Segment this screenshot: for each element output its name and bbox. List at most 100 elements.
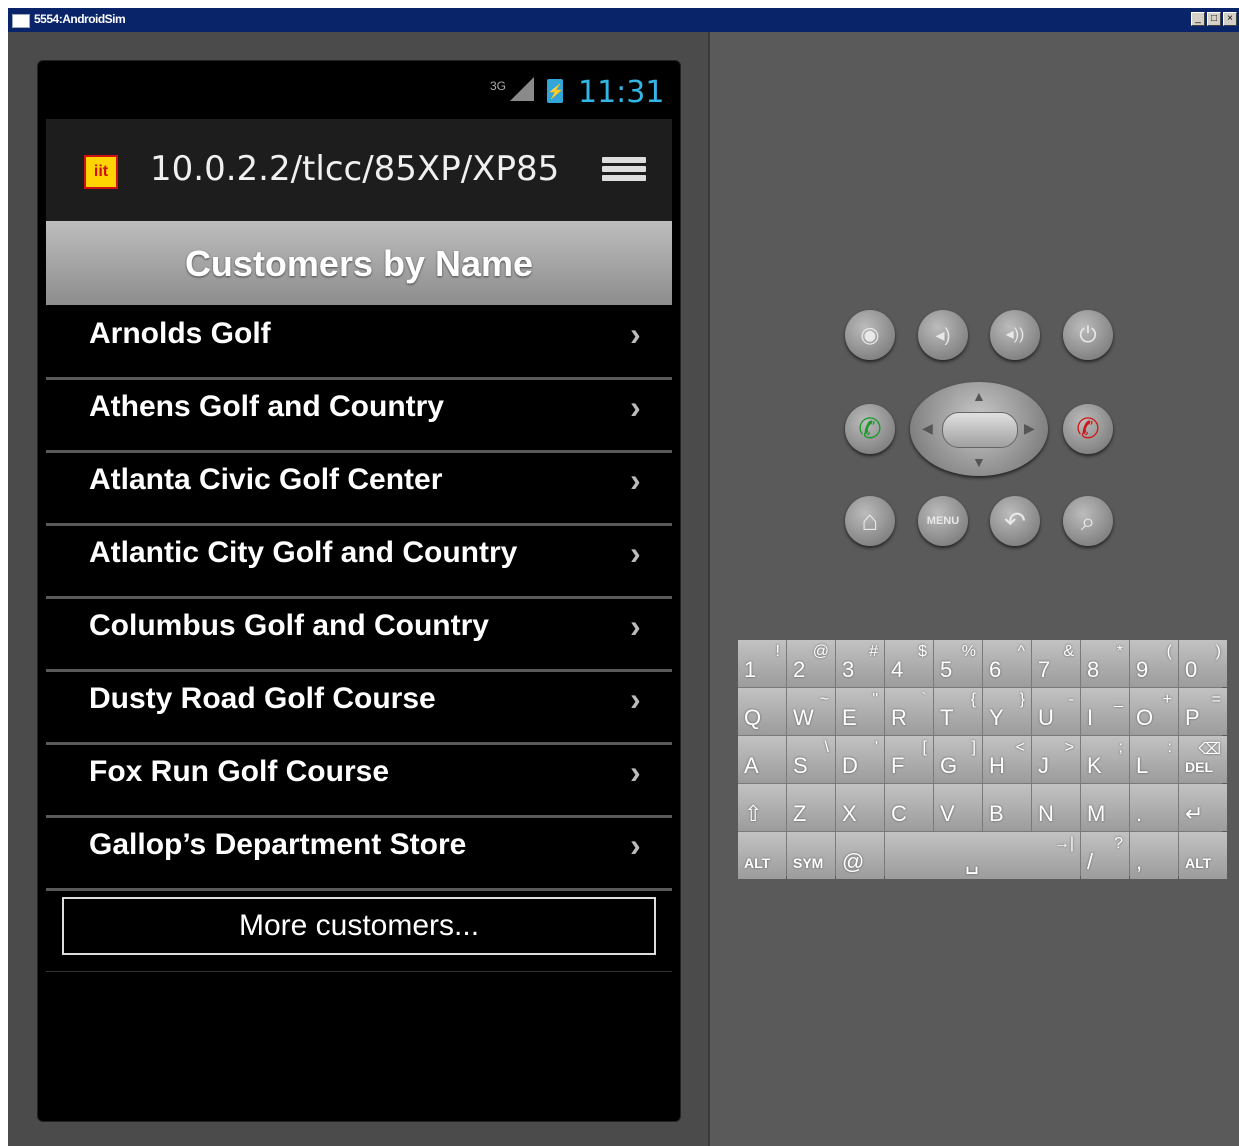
status-time: 11:31 xyxy=(578,75,665,110)
key-sym[interactable]: SYM xyxy=(787,832,835,879)
list-item[interactable]: Athens Golf and Country › xyxy=(46,380,672,453)
key-u[interactable]: U- xyxy=(1032,688,1080,735)
dpad-right-icon[interactable]: ▶ xyxy=(1024,420,1035,437)
key-shift-icon[interactable]: ⇧ xyxy=(738,784,786,831)
dpad-up-icon[interactable]: ▲ xyxy=(972,388,986,404)
key-g[interactable]: G] xyxy=(934,736,982,783)
end-call-icon[interactable]: ✆ xyxy=(1063,404,1113,454)
key-alt-left[interactable]: ALT xyxy=(738,832,786,879)
key-1[interactable]: 1! xyxy=(738,640,786,687)
key-e[interactable]: E " xyxy=(836,688,884,735)
key-7[interactable]: 7 & xyxy=(1032,640,1080,687)
key-f[interactable]: F[ xyxy=(885,736,933,783)
key-9[interactable]: 9( xyxy=(1130,640,1178,687)
list-item[interactable]: Fox Run Golf Course › xyxy=(46,745,672,818)
menu-button[interactable]: MENU xyxy=(918,496,968,546)
key-0[interactable]: 0) xyxy=(1179,640,1227,687)
key-3[interactable]: 3 # xyxy=(836,640,884,687)
dpad-down-icon[interactable]: ▼ xyxy=(972,454,986,470)
key-m[interactable]: M xyxy=(1081,784,1129,831)
pane-divider xyxy=(708,32,710,1146)
list-item[interactable]: Dusty Road Golf Course › xyxy=(46,672,672,745)
favicon-icon: iit xyxy=(84,155,118,189)
key-q[interactable]: Q xyxy=(738,688,786,735)
key-v[interactable]: V xyxy=(934,784,982,831)
hardware-keyboard: 1! 2 @ 3 # 4 $ 5% 6 ^ 7 & 8 * 9( 0) Q W ~ E " R `… xyxy=(738,640,1227,879)
close-button[interactable]: × xyxy=(1223,12,1237,26)
device-screen: 3G ⚡ 11:31 iit 10.0.2.2/tlcc/85XP/XP85M … xyxy=(37,60,681,1122)
key-h[interactable]: H < xyxy=(983,736,1031,783)
key-c[interactable]: C xyxy=(885,784,933,831)
list-item[interactable]: Arnolds Golf › xyxy=(46,307,672,380)
key-d[interactable]: D ' xyxy=(836,736,884,783)
key-2[interactable]: 2 @ xyxy=(787,640,835,687)
key-r[interactable]: R ` xyxy=(885,688,933,735)
chevron-right-icon: › xyxy=(630,389,641,425)
key-y[interactable]: Y} xyxy=(983,688,1031,735)
key-slash[interactable]: /? xyxy=(1081,832,1129,879)
key-period[interactable]: . xyxy=(1130,784,1178,831)
key-n[interactable]: N xyxy=(1032,784,1080,831)
browser-menu-icon[interactable] xyxy=(602,157,646,187)
back-icon[interactable]: ↶ xyxy=(990,496,1040,546)
key-at[interactable]: @ xyxy=(836,832,884,879)
customer-name: Gallop’s Department Store xyxy=(89,828,467,861)
keyboard-row: A S \ D ' F[ G] H < J > K; L: DEL ⌫ xyxy=(738,736,1227,783)
key-comma[interactable]: , xyxy=(1130,832,1178,879)
list-item[interactable]: Gallop’s Department Store › xyxy=(46,818,672,891)
keyboard-row: Q W ~ E " R ` T{ Y} U- I _ O + P = xyxy=(738,688,1227,735)
more-customers-button[interactable]: More customers... xyxy=(62,897,656,955)
power-icon[interactable]: ⏻ xyxy=(1063,310,1113,360)
list-item[interactable]: Atlantic City Golf and Country › xyxy=(46,526,672,599)
screen-pane: 3G ⚡ 11:31 iit 10.0.2.2/tlcc/85XP/XP85M … xyxy=(8,32,708,1146)
key-del[interactable]: DEL ⌫ xyxy=(1179,736,1227,783)
key-4[interactable]: 4 $ xyxy=(885,640,933,687)
customer-name: Athens Golf and Country xyxy=(89,390,444,423)
key-enter-icon[interactable]: ↵ xyxy=(1179,784,1227,831)
app-icon xyxy=(12,14,30,28)
list-item[interactable]: Columbus Golf and Country › xyxy=(46,599,672,672)
customer-list: Arnolds Golf › Athens Golf and Country › A… xyxy=(46,307,672,891)
key-o[interactable]: O + xyxy=(1130,688,1178,735)
chevron-right-icon: › xyxy=(630,462,641,498)
key-8[interactable]: 8 * xyxy=(1081,640,1129,687)
browser-url-bar[interactable]: iit 10.0.2.2/tlcc/85XP/XP85M xyxy=(46,119,672,221)
customer-name: Fox Run Golf Course xyxy=(89,755,389,788)
divider xyxy=(46,971,672,972)
home-icon[interactable]: ⌂ xyxy=(845,496,895,546)
dpad-center-button[interactable] xyxy=(942,412,1018,448)
keyboard-row: 1! 2 @ 3 # 4 $ 5% 6 ^ 7 & 8 * 9( 0) xyxy=(738,640,1227,687)
dpad-left-icon[interactable]: ◀ xyxy=(922,420,933,437)
battery-icon: ⚡ xyxy=(547,79,564,103)
window-title: 5554:AndroidSim xyxy=(34,12,126,26)
customer-name: Dusty Road Golf Course xyxy=(89,682,436,715)
key-a[interactable]: A xyxy=(738,736,786,783)
key-6[interactable]: 6 ^ xyxy=(983,640,1031,687)
url-text[interactable]: 10.0.2.2/tlcc/85XP/XP85M xyxy=(150,149,560,189)
key-j[interactable]: J > xyxy=(1032,736,1080,783)
key-5[interactable]: 5% xyxy=(934,640,982,687)
key-space[interactable]: ␣ →| xyxy=(885,832,1080,879)
minimize-button[interactable]: _ xyxy=(1191,12,1205,26)
key-s[interactable]: S \ xyxy=(787,736,835,783)
key-p[interactable]: P = xyxy=(1179,688,1227,735)
key-alt-right[interactable]: ALT xyxy=(1179,832,1227,879)
signal-icon xyxy=(510,77,534,101)
key-k[interactable]: K; xyxy=(1081,736,1129,783)
volume-down-icon[interactable]: ◂) xyxy=(918,310,968,360)
key-w[interactable]: W ~ xyxy=(787,688,835,735)
maximize-button[interactable]: □ xyxy=(1207,12,1221,26)
dpad[interactable]: ▲ ▼ ◀ ▶ xyxy=(910,382,1048,476)
call-icon[interactable]: ✆ xyxy=(845,404,895,454)
volume-up-icon[interactable]: ◂)) xyxy=(990,310,1040,360)
search-icon[interactable]: ⌕ xyxy=(1063,496,1113,546)
key-i[interactable]: I _ xyxy=(1081,688,1129,735)
camera-icon[interactable]: ◉ xyxy=(845,310,895,360)
key-t[interactable]: T{ xyxy=(934,688,982,735)
key-l[interactable]: L: xyxy=(1130,736,1178,783)
key-b[interactable]: B xyxy=(983,784,1031,831)
key-z[interactable]: Z xyxy=(787,784,835,831)
key-x[interactable]: X xyxy=(836,784,884,831)
list-item[interactable]: Atlanta Civic Golf Center › xyxy=(46,453,672,526)
window-title-bar[interactable]: 5554:AndroidSim _ □ × xyxy=(8,8,1239,32)
